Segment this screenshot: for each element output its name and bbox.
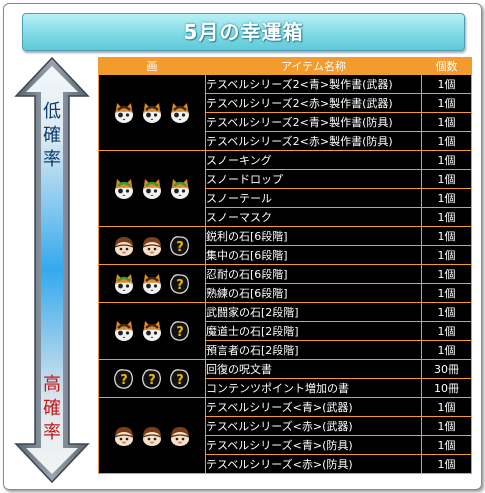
- table-row: テスベルシリーズ2<青>製作書(武器) 1個: [98, 74, 472, 151]
- svg-text:?: ?: [176, 373, 184, 388]
- item-name: テスベルシリーズ2<赤>製作書(防具): [205, 131, 422, 151]
- item-count: 1個: [421, 454, 472, 474]
- item-group-icons: [98, 150, 206, 227]
- item-name: テスベルシリーズ2<赤>製作書(武器): [205, 93, 422, 113]
- item-count: 1個: [421, 264, 472, 284]
- item-group-icons: ?: [98, 226, 206, 265]
- item-name: コンテンツポイント増加の書: [205, 378, 422, 398]
- item-name: スノーキング: [205, 150, 422, 170]
- item-count: 1個: [421, 340, 472, 360]
- orange-cat-icon: [168, 101, 192, 125]
- item-group-icons: ?: [98, 264, 206, 303]
- orange-cat-icon: [140, 101, 164, 125]
- item-count: 1個: [421, 207, 472, 227]
- green-hat-cat-icon: [140, 177, 164, 201]
- mystery-item-icon: ?: [168, 234, 192, 258]
- page-title: 5月の幸運箱: [22, 13, 465, 51]
- mystery-item-icon: ?: [140, 367, 164, 391]
- mystery-item-icon: ?: [112, 367, 136, 391]
- high-probability-label: 高確率: [43, 374, 61, 443]
- item-name: 忍耐の石[6段階]: [205, 264, 422, 284]
- chestnut-icon: [140, 234, 164, 258]
- item-count: 1個: [421, 397, 472, 417]
- item-group-icons: ?: [98, 302, 206, 360]
- green-hat-cat-icon: [112, 272, 136, 296]
- low-probability-label: 低確率: [43, 101, 61, 170]
- table-row: ? 忍耐の石[6段階] 1個: [98, 264, 472, 303]
- mystery-item-icon: ?: [168, 367, 192, 391]
- orange-cat-icon: [112, 101, 136, 125]
- item-count: 1個: [421, 169, 472, 189]
- table-row: テスベルシリーズ<青>(武器) 1個: [98, 397, 472, 474]
- item-name: テスベルシリーズ<赤>(武器): [205, 416, 422, 436]
- item-name: 鋭利の石[6段階]: [205, 226, 422, 246]
- item-count: 1個: [421, 245, 472, 265]
- item-group-icons: [98, 74, 206, 151]
- svg-text:?: ?: [176, 278, 184, 293]
- item-name: スノードロップ: [205, 169, 422, 189]
- header-icon: 画: [98, 57, 206, 75]
- chestnut-icon: [140, 424, 164, 448]
- item-name: テスベルシリーズ<青>(武器): [205, 397, 422, 417]
- item-count: 1個: [421, 302, 472, 322]
- header-count: 個数: [421, 57, 472, 75]
- mystery-item-icon: ?: [168, 319, 192, 343]
- item-name: テスベルシリーズ<青>(防具): [205, 435, 422, 455]
- item-name: 魔道士の石[2段階]: [205, 321, 422, 341]
- table-row: ??? 回復の呪文書 30冊: [98, 359, 472, 398]
- item-count: 10冊: [421, 378, 472, 398]
- mystery-item-icon: ?: [168, 272, 192, 296]
- svg-text:?: ?: [176, 325, 184, 340]
- item-name: 回復の呪文書: [205, 359, 422, 379]
- item-name: テスベルシリーズ2<青>製作書(武器): [205, 74, 422, 94]
- orange-cat-icon: [112, 319, 136, 343]
- item-count: 1個: [421, 131, 472, 151]
- item-name: テスベルシリーズ<赤>(防具): [205, 454, 422, 474]
- item-group-icons: ???: [98, 359, 206, 398]
- item-count: 1個: [421, 226, 472, 246]
- item-count: 30冊: [421, 359, 472, 379]
- table-header-row: 画 アイテム名称 個数: [98, 57, 472, 75]
- item-count: 1個: [421, 93, 472, 113]
- green-hat-cat-icon: [168, 177, 192, 201]
- svg-text:?: ?: [176, 240, 184, 255]
- item-count: 1個: [421, 188, 472, 208]
- item-count: 1個: [421, 283, 472, 303]
- item-name: テスベルシリーズ2<青>製作書(防具): [205, 112, 422, 132]
- item-count: 1個: [421, 416, 472, 436]
- item-count: 1個: [421, 435, 472, 455]
- item-count: 1個: [421, 112, 472, 132]
- item-count: 1個: [421, 321, 472, 341]
- item-name: 集中の石[6段階]: [205, 245, 422, 265]
- green-hat-cat-icon: [112, 177, 136, 201]
- table-row: ? 武闘家の石[2段階] 1個: [98, 302, 472, 360]
- chestnut-icon: [168, 424, 192, 448]
- item-group-icons: [98, 397, 206, 474]
- svg-text:?: ?: [120, 373, 128, 388]
- item-count: 1個: [421, 150, 472, 170]
- item-name: スノーテール: [205, 188, 422, 208]
- item-table: 画 アイテム名称 個数 テスベルシリーズ2<青>製作書(武器) 1個 テスベルシリー…: [98, 57, 472, 474]
- orange-cat-icon: [140, 272, 164, 296]
- item-name: 熟練の石[6段階]: [205, 283, 422, 303]
- orange-cat-icon: [140, 319, 164, 343]
- item-name: 武闘家の石[2段階]: [205, 302, 422, 322]
- item-name: 預言者の石[2段階]: [205, 340, 422, 360]
- svg-text:?: ?: [148, 373, 156, 388]
- chestnut-icon: [112, 234, 136, 258]
- item-count: 1個: [421, 74, 472, 94]
- item-name: スノーマスク: [205, 207, 422, 227]
- table-row: スノーキング 1個: [98, 150, 472, 227]
- table-row: ? 鋭利の石[6段階] 1個: [98, 226, 472, 265]
- header-name: アイテム名称: [205, 57, 422, 75]
- chestnut-icon: [112, 424, 136, 448]
